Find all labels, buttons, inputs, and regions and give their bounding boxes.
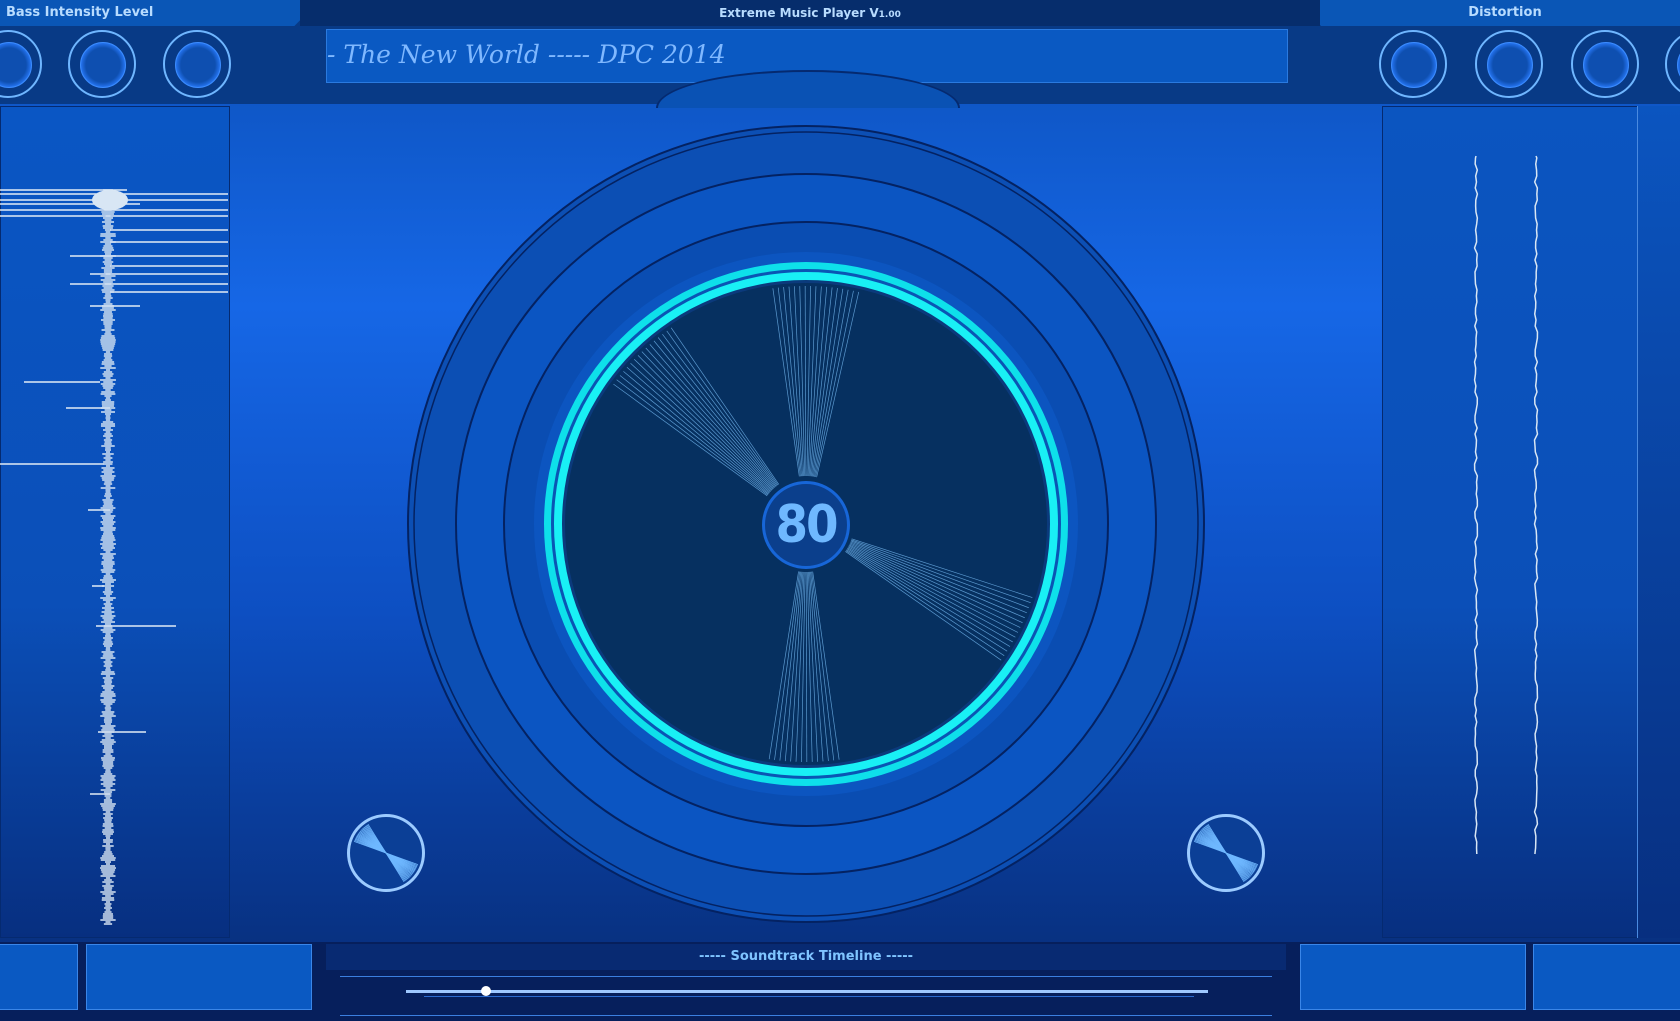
app-version: 1.00 <box>878 10 901 20</box>
app-title: Extreme Music Player V1.00 <box>300 0 1320 26</box>
distortion-meter-icon <box>1473 155 1539 855</box>
timeline-label: ----- Soundtrack Timeline ----- <box>326 944 1286 970</box>
app-title-text: Extreme Music Player V <box>719 6 879 20</box>
bpm-display: 80 <box>762 481 850 569</box>
timeline-slider-track[interactable] <box>406 990 1208 993</box>
distortion-knob-2[interactable] <box>1475 30 1543 98</box>
bottom-right-button-2[interactable] <box>1533 944 1680 1010</box>
distortion-side-strip <box>1637 106 1680 938</box>
left-mini-dial[interactable] <box>347 814 425 892</box>
mini-dial-icon <box>1191 818 1261 888</box>
timeline-slider-subtrack <box>424 996 1194 997</box>
bass-intensity-tab: Bass Intensity Level <box>0 0 320 26</box>
mini-dial-icon <box>351 818 421 888</box>
bottom-left-button-1[interactable] <box>0 944 78 1010</box>
right-mini-dial[interactable] <box>1187 814 1265 892</box>
waveform-icon <box>0 189 228 925</box>
timeline-bottom-rule <box>340 1015 1272 1016</box>
distortion-knob-3[interactable] <box>1571 30 1639 98</box>
bass-knob-2[interactable] <box>68 30 136 98</box>
bottom-left-button-2[interactable] <box>86 944 312 1010</box>
distortion-tab: Distortion <box>1290 0 1680 26</box>
timeline-top-rule <box>340 976 1272 977</box>
bass-knob-3[interactable] <box>163 30 231 98</box>
bottom-right-button-1[interactable] <box>1300 944 1526 1010</box>
distortion-knob-1[interactable] <box>1379 30 1447 98</box>
